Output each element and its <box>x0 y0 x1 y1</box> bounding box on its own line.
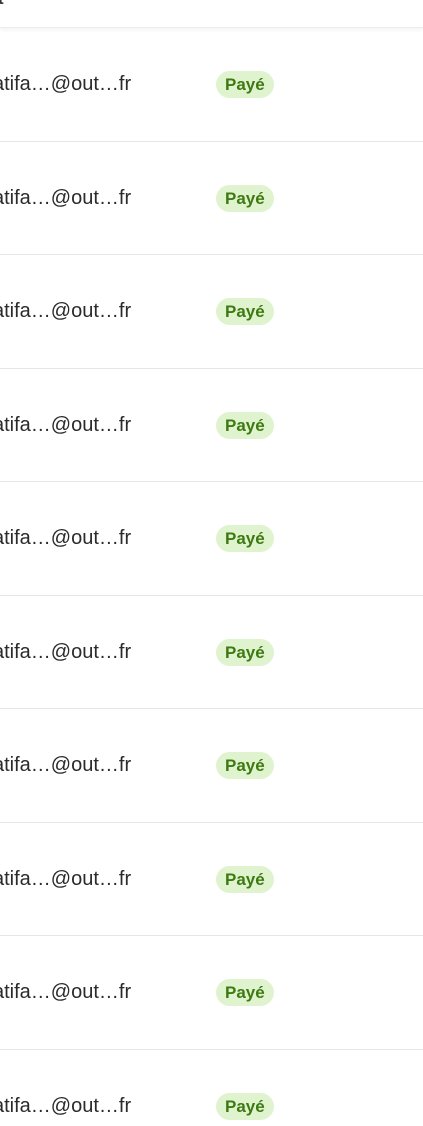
customer-email: atifa…@out…fr <box>0 867 132 890</box>
status-badge: Payé <box>216 1092 274 1120</box>
table-body: atifa…@out…fr Payé atifa…@out…fr Payé atifa…… <box>0 28 423 1126</box>
customer-email: atifa…@out…fr <box>0 640 132 663</box>
status-badge: Payé <box>216 979 274 1006</box>
table-row[interactable]: atifa…@out…fr Payé <box>0 369 423 482</box>
status-badge: Payé <box>216 525 274 552</box>
customer-email: atifa…@out…fr <box>0 754 132 776</box>
payments-table: ent atifa…@out…frPayéatifa…@out…frPayéat… <box>0 0 423 1126</box>
status-badge: Payé <box>216 752 274 779</box>
table-row[interactable]: atifa…@out…fr Payé <box>0 596 423 709</box>
customer-email: atifa…@out…fr <box>0 1094 132 1117</box>
status-badge: Payé <box>216 865 274 893</box>
table-row[interactable]: atifa…@out…fr Payé <box>0 709 423 823</box>
table-header: ent <box>0 0 423 28</box>
column-header-payment[interactable]: ent <box>0 0 4 9</box>
customer-email: atifa…@out…fr <box>0 527 132 549</box>
table-row[interactable]: atifa…@out…fr Payé <box>0 936 423 1050</box>
table-row[interactable]: atifa…@out…fr Payé <box>0 1050 423 1126</box>
table-row[interactable]: atifa…@out…fr Payé <box>0 142 423 255</box>
table-row[interactable]: atifa…@out…fr Payé <box>0 28 423 142</box>
status-badge: Payé <box>216 638 274 666</box>
table-row[interactable]: atifa…@out…fr Payé <box>0 823 423 936</box>
customer-email: atifa…@out…fr <box>0 300 132 322</box>
status-badge: Payé <box>216 71 274 98</box>
status-badge: Payé <box>216 298 274 325</box>
customer-email: atifa…@out…fr <box>0 186 132 209</box>
status-badge: Payé <box>216 411 274 439</box>
table-row[interactable]: atifa…@out…fr Payé <box>0 255 423 369</box>
status-badge: Payé <box>216 184 274 212</box>
customer-email: atifa…@out…fr <box>0 73 132 95</box>
table-row[interactable]: atifa…@out…fr Payé <box>0 482 423 596</box>
customer-email: atifa…@out…fr <box>0 981 132 1003</box>
customer-email: atifa…@out…fr <box>0 413 132 436</box>
